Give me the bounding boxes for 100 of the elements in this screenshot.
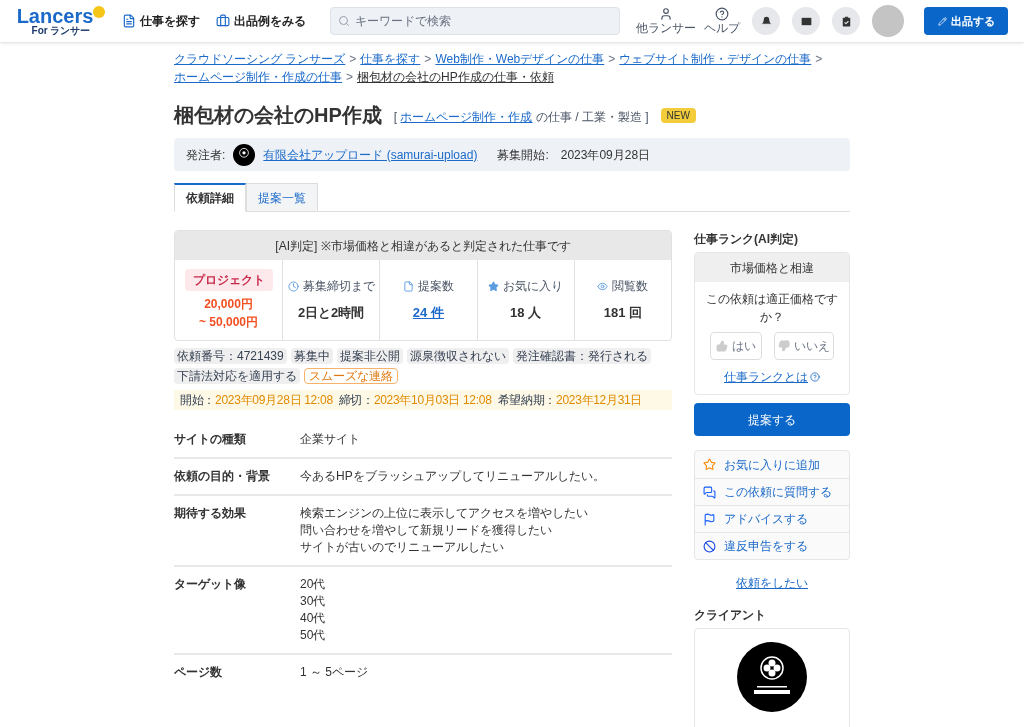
info-tag: 提案非公開 — [336, 348, 403, 364]
breadcrumb-separator: > — [815, 52, 823, 66]
header-link[interactable]: ヘルプ — [704, 6, 740, 36]
stat-value: 2日と2時間 — [297, 304, 365, 323]
ai-notice: [AI判定] ※市場価格と相違があると判定された仕事です — [175, 231, 671, 260]
detail-value: 今あるHPをブラッシュアップしてリニューアルしたい。 — [300, 468, 605, 485]
breadcrumb-separator: > — [424, 52, 432, 66]
date-label: 希望納期： — [497, 392, 557, 409]
stat-label: 閲覧数 — [597, 277, 649, 296]
help-icon — [715, 6, 729, 21]
new-badge: NEW — [660, 107, 696, 123]
section-heading: 仕事ランク(AI判定) — [694, 231, 799, 248]
breadcrumb-link[interactable]: Web制作・Webデザインの仕事 — [435, 52, 605, 66]
detail-value: 検索エンジンの上位に表示してアクセスを増やしたい — [300, 505, 588, 522]
detail-value: 40代 — [300, 610, 326, 627]
detail-value: 企業サイト — [300, 431, 360, 448]
clipboard-icon — [839, 14, 853, 28]
stat-label: お気に入り — [488, 277, 564, 296]
prohibited-icon — [703, 539, 716, 553]
detail-value: 問い合わせを増やして新規リードを獲得したい — [300, 522, 553, 539]
detail-label: サイトの種類 — [174, 431, 247, 448]
star-icon — [488, 280, 500, 292]
detail-value: 20代 — [300, 576, 326, 593]
post-button[interactable]: 出品する — [924, 7, 1008, 35]
mail-icon — [799, 14, 813, 28]
nav-link[interactable]: 仕事を探す — [122, 12, 200, 30]
stat-value: 18 人 — [510, 304, 542, 323]
nav-link[interactable]: 出品例をみる — [216, 12, 306, 30]
info-tag: 発注確認書：発行される — [512, 348, 651, 364]
action-item[interactable]: アドバイスする — [695, 505, 849, 532]
breadcrumb-link[interactable]: クラウドソーシング ランサーズ — [174, 52, 346, 66]
client-avatar — [233, 143, 256, 166]
client-link[interactable]: 有限会社アップロード (samurai-upload) — [263, 145, 478, 164]
info-tag: 下請法対応を適用する — [174, 368, 300, 384]
breadcrumb-link[interactable]: ウェブサイト制作・デザインの仕事 — [619, 52, 812, 66]
project-type-badge: プロジェクト — [184, 269, 273, 291]
start-date: 2023年09月28日 — [560, 146, 651, 164]
user-icon — [659, 6, 673, 21]
header-link[interactable]: 他ランサー — [636, 6, 696, 36]
category-info: [ ホームページ制作・作成 の仕事 / 工業・製造 ] — [393, 109, 649, 126]
detail-label: 期待する効果 — [174, 505, 247, 522]
breadcrumb-link[interactable]: 仕事を探す — [360, 52, 421, 66]
date-label: 開始： — [180, 392, 216, 409]
stat-value: 181 回 — [603, 304, 643, 323]
icon-button[interactable] — [792, 7, 820, 35]
breadcrumb-current: 梱包材の会社のHP作成の仕事・依頼 — [357, 70, 554, 84]
logo[interactable]: Lancers For ランサー — [16, 6, 106, 36]
breadcrumb-separator: > — [349, 52, 357, 66]
logo-wordmark: Lancers — [16, 6, 94, 26]
search-field[interactable]: キーワードで検索 — [330, 7, 620, 35]
yes-button[interactable]: はい — [710, 332, 762, 360]
breadcrumb-link[interactable]: ホームページ制作・作成の仕事 — [174, 70, 342, 84]
stat-link[interactable]: 24 件 — [412, 303, 444, 323]
no-button[interactable]: いいえ — [774, 332, 834, 360]
request-link[interactable]: 依頼をしたい — [736, 576, 808, 590]
info-tag: 募集中 — [290, 348, 333, 364]
help-icon — [810, 372, 820, 382]
info-tag: 依頼番号：4721439 — [174, 348, 287, 364]
detail-label: ページ数 — [174, 664, 223, 681]
rank-help-link[interactable]: 仕事ランクとは — [724, 368, 808, 386]
detail-label: ターゲット像 — [174, 576, 247, 593]
icon-button[interactable] — [832, 7, 860, 35]
logo-subtitle: For ランサー — [31, 26, 91, 36]
propose-button[interactable]: 提案する — [694, 403, 850, 436]
detail-value: 50代 — [300, 627, 326, 644]
info-tag: 源泉徴収されない — [406, 348, 509, 364]
flag-icon — [703, 512, 716, 526]
breadcrumb-separator: > — [608, 52, 616, 66]
clock-icon — [287, 280, 299, 292]
detail-value: サイトが古いのでリニューアルしたい — [300, 539, 505, 556]
price-min: 20,000円 — [204, 296, 253, 313]
rank-question: この依頼は適正価格ですか？ — [705, 291, 839, 326]
bag-icon — [216, 14, 230, 28]
category-link[interactable]: ホームページ制作・作成 — [400, 110, 533, 124]
document-icon — [402, 280, 414, 292]
action-item[interactable]: お気に入りに追加 — [695, 451, 849, 478]
star-icon — [703, 458, 716, 471]
eye-icon — [597, 280, 609, 292]
start-label: 募集開始: — [497, 146, 549, 164]
date-value: 2023年12月31日 — [556, 392, 643, 409]
feature-badge: スムーズな連絡 — [304, 368, 398, 384]
action-item[interactable]: この依頼に質問する — [695, 478, 849, 505]
client-logo — [737, 642, 807, 712]
client-label: 発注者: — [186, 146, 226, 164]
tab[interactable]: 依頼詳細 — [174, 183, 246, 212]
document-icon — [122, 14, 136, 28]
detail-label: 依頼の目的・背景 — [174, 468, 271, 485]
sun-icon — [93, 6, 106, 18]
rank-result: 市場価格と相違 — [695, 253, 849, 282]
chat-icon — [703, 485, 716, 499]
icon-button[interactable] — [752, 7, 780, 35]
thumbs-up-icon — [716, 340, 728, 352]
stat-label: 募集締切まで — [287, 277, 375, 296]
detail-value: 1 ～ 5ページ — [300, 664, 368, 681]
detail-value: 30代 — [300, 593, 326, 610]
tab[interactable]: 提案一覧 — [246, 183, 318, 212]
action-item[interactable]: 違反申告をする — [695, 532, 849, 559]
date-label: 締切： — [338, 392, 374, 409]
pencil-icon — [937, 16, 947, 26]
section-heading: クライアント — [694, 607, 767, 624]
